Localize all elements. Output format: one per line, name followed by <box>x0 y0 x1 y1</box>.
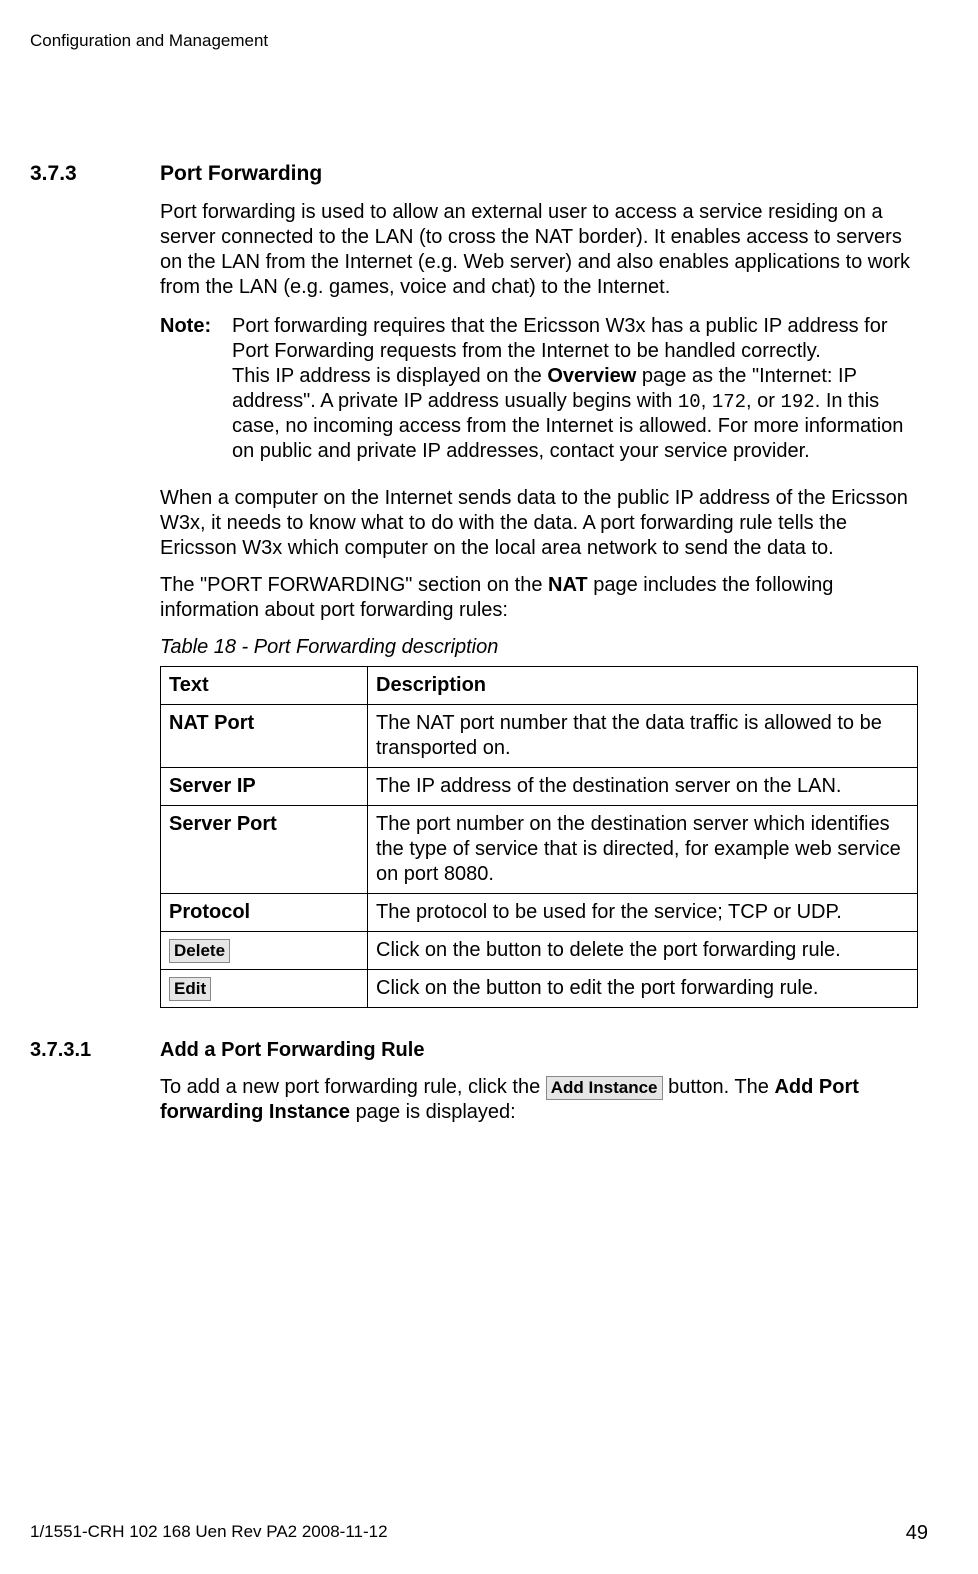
delete-button[interactable]: Delete <box>169 939 230 962</box>
table-row: Delete Click on the button to delete the… <box>161 932 918 970</box>
table-caption: Table 18 - Port Forwarding description <box>160 635 918 660</box>
footer-page-number: 49 <box>906 1521 928 1546</box>
paragraph-3: The "PORT FORWARDING" section on the NAT… <box>160 573 918 623</box>
row-text: Protocol <box>161 894 368 932</box>
table-row: Protocol The protocol to be used for the… <box>161 894 918 932</box>
subsection-paragraph: To add a new port forwarding rule, click… <box>160 1075 918 1125</box>
para3a: The "PORT FORWARDING" section on the <box>160 574 548 596</box>
row-text: Server IP <box>161 768 368 806</box>
overview-ref: Overview <box>547 365 636 387</box>
nat-ref: NAT <box>548 574 588 596</box>
th-text: Text <box>161 667 368 705</box>
table-row: Server Port The port number on the desti… <box>161 806 918 894</box>
subsection-number: 3.7.3.1 <box>30 1038 160 1063</box>
note-or: , or <box>746 390 780 412</box>
row-desc: The IP address of the destination server… <box>368 768 918 806</box>
note-comma1: , <box>701 390 712 412</box>
table-row: Edit Click on the button to edit the por… <box>161 970 918 1008</box>
row-text: NAT Port <box>161 705 368 768</box>
th-desc: Description <box>368 667 918 705</box>
ip-172: 172 <box>712 391 746 413</box>
note-body: Port forwarding requires that the Ericss… <box>232 314 918 465</box>
row-desc: Click on the button to edit the port for… <box>368 970 918 1008</box>
table-header-row: Text Description <box>161 667 918 705</box>
section-title: Port Forwarding <box>160 161 322 187</box>
page-footer: 1/1551-CRH 102 168 Uen Rev PA2 2008-11-1… <box>30 1521 928 1546</box>
subsection-heading-row: 3.7.3.1 Add a Port Forwarding Rule <box>30 1038 928 1063</box>
row-desc: Click on the button to delete the port f… <box>368 932 918 970</box>
sub-body-c: page is displayed: <box>350 1101 516 1123</box>
ip-192: 192 <box>780 391 814 413</box>
subsection-title: Add a Port Forwarding Rule <box>160 1038 424 1063</box>
document-page: Configuration and Management 3.7.3 Port … <box>0 0 978 1574</box>
row-desc: The NAT port number that the data traffi… <box>368 705 918 768</box>
subsection-body: To add a new port forwarding rule, click… <box>160 1075 918 1125</box>
row-text: Delete <box>161 932 368 970</box>
table-row: NAT Port The NAT port number that the da… <box>161 705 918 768</box>
section-number: 3.7.3 <box>30 161 160 187</box>
note-text-2a: This IP address is displayed on the <box>232 365 547 387</box>
note-block: Note: Port forwarding requires that the … <box>160 314 918 465</box>
note-text-1: Port forwarding requires that the Ericss… <box>232 315 888 362</box>
ip-10: 10 <box>678 391 701 413</box>
running-header: Configuration and Management <box>30 30 928 51</box>
row-text: Server Port <box>161 806 368 894</box>
sub-body-a: To add a new port forwarding rule, click… <box>160 1076 546 1098</box>
body-column: Port forwarding is used to allow an exte… <box>160 200 918 1009</box>
row-text: Edit <box>161 970 368 1008</box>
footer-docid: 1/1551-CRH 102 168 Uen Rev PA2 2008-11-1… <box>30 1521 388 1546</box>
add-instance-button[interactable]: Add Instance <box>546 1076 663 1099</box>
sub-body-b: button. The <box>663 1076 775 1098</box>
row-desc: The port number on the destination serve… <box>368 806 918 894</box>
note-label: Note: <box>160 314 232 465</box>
table-row: Server IP The IP address of the destinat… <box>161 768 918 806</box>
intro-paragraph: Port forwarding is used to allow an exte… <box>160 200 918 300</box>
port-forwarding-table: Text Description NAT Port The NAT port n… <box>160 666 918 1008</box>
row-desc: The protocol to be used for the service;… <box>368 894 918 932</box>
paragraph-2: When a computer on the Internet sends da… <box>160 486 918 561</box>
section-heading-row: 3.7.3 Port Forwarding <box>30 161 928 187</box>
edit-button[interactable]: Edit <box>169 977 211 1000</box>
